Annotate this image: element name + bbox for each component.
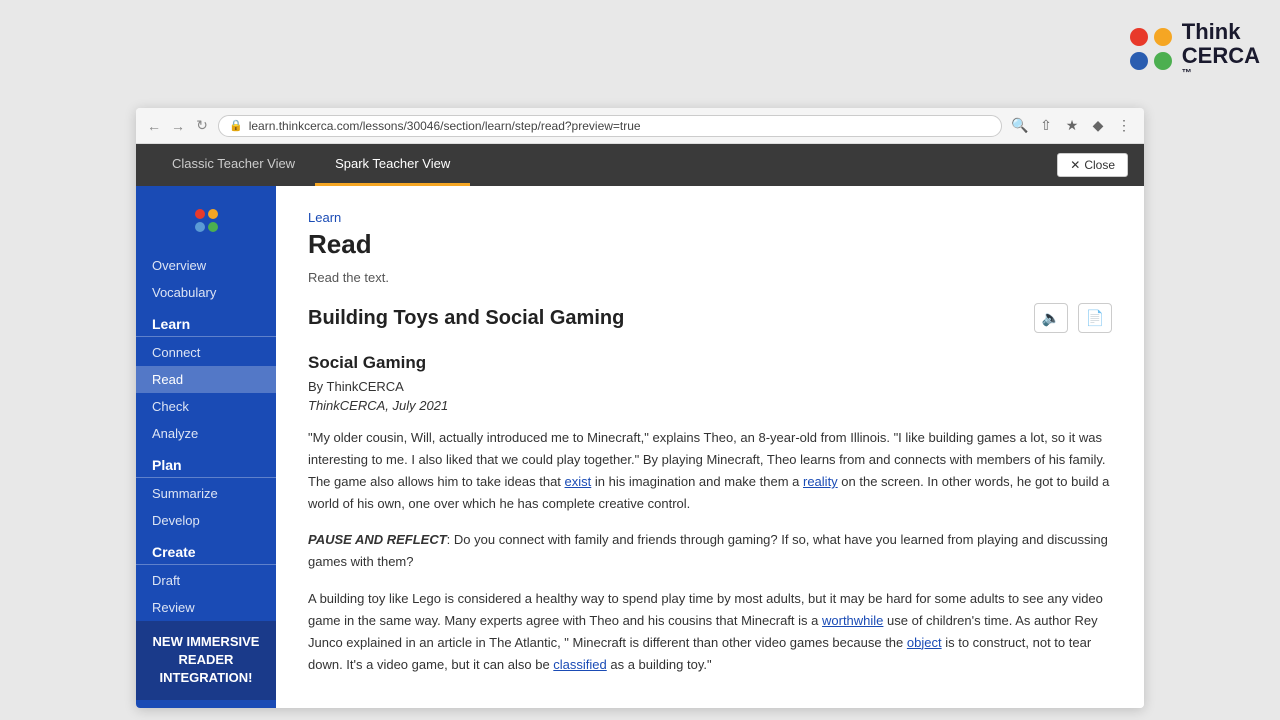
sidebar-item-draft[interactable]: Draft (136, 567, 276, 594)
logo-think: Think (1182, 20, 1260, 44)
lock-icon: 🔒 (229, 119, 243, 132)
link-exist[interactable]: exist (565, 474, 592, 489)
teacher-tabs: Classic Teacher View Spark Teacher View … (136, 144, 1144, 186)
bookmark-icon[interactable]: ★ (1062, 116, 1082, 136)
extension-icon[interactable]: ◆ (1088, 116, 1108, 136)
sidebar-logo (136, 202, 276, 236)
browser-window: ← → ↻ 🔒 learn.thinkcerca.com/lessons/300… (136, 108, 1144, 708)
logo-dot-red (1130, 28, 1148, 46)
article-byline: By ThinkCERCA (308, 379, 1112, 394)
classic-teacher-tab[interactable]: Classic Teacher View (152, 144, 315, 186)
link-object[interactable]: object (907, 635, 942, 650)
browser-actions: 🔍 ⇧ ★ ◆ ⋮ (1010, 116, 1134, 136)
instruction-text: Read the text. (308, 270, 1112, 285)
article-date: ThinkCERCA, July 2021 (308, 398, 1112, 413)
sidebar-item-summarize[interactable]: Summarize (136, 480, 276, 507)
content-area: Learn Read Read the text. Building Toys … (276, 186, 1144, 708)
logo-text: Think CERCA™ (1182, 20, 1260, 79)
logo-dot-blue (1130, 52, 1148, 70)
reload-button[interactable]: ↻ (194, 118, 210, 134)
close-button[interactable]: ✕ Close (1057, 153, 1128, 177)
page-title: Read (308, 229, 1112, 260)
logo-dot-yellow (1154, 28, 1172, 46)
sidebar-dot-green (208, 222, 218, 232)
logo-dot-green (1154, 52, 1172, 70)
sidebar-section-learn: Learn (136, 306, 276, 337)
logo-dots (1130, 28, 1174, 72)
sidebar-dot-red (195, 209, 205, 219)
sidebar-item-vocabulary[interactable]: Vocabulary (136, 279, 276, 306)
sidebar-item-analyze[interactable]: Analyze (136, 420, 276, 447)
main-layout: Overview Vocabulary Learn Connect Read C… (136, 186, 1144, 708)
logo-cerca: CERCA™ (1182, 44, 1260, 79)
audio-button[interactable]: 🔈 (1034, 303, 1068, 333)
sidebar-section-plan: Plan (136, 447, 276, 478)
close-label: Close (1084, 158, 1115, 172)
promo-box: NEW IMMERSIVE READER INTEGRATION! (136, 621, 276, 700)
reader-button[interactable]: 📄 (1078, 303, 1112, 333)
sidebar-item-review[interactable]: Review (136, 594, 276, 621)
article-para-reflect: PAUSE AND REFLECT: Do you connect with f… (308, 529, 1112, 573)
sidebar-item-develop[interactable]: Develop (136, 507, 276, 534)
sidebar-section-create: Create (136, 534, 276, 565)
sidebar-dot-yellow (208, 209, 218, 219)
section-label: Learn (308, 210, 1112, 225)
close-x-icon: ✕ (1070, 158, 1080, 172)
url-text: learn.thinkcerca.com/lessons/30046/secti… (249, 119, 641, 133)
pause-reflect-label: PAUSE AND REFLECT (308, 532, 447, 547)
sidebar-item-check[interactable]: Check (136, 393, 276, 420)
sidebar: Overview Vocabulary Learn Connect Read C… (136, 186, 276, 708)
browser-bar: ← → ↻ 🔒 learn.thinkcerca.com/lessons/300… (136, 108, 1144, 144)
menu-icon[interactable]: ⋮ (1114, 116, 1134, 136)
article-para-2: A building toy like Lego is considered a… (308, 588, 1112, 676)
forward-button[interactable]: → (170, 118, 186, 134)
article-para-1: "My older cousin, Will, actually introdu… (308, 427, 1112, 515)
article-title: Building Toys and Social Gaming (308, 307, 1024, 330)
search-icon[interactable]: 🔍 (1010, 116, 1030, 136)
address-bar[interactable]: 🔒 learn.thinkcerca.com/lessons/30046/sec… (218, 115, 1002, 137)
thinkcerca-logo: Think CERCA™ (1130, 20, 1260, 79)
link-reality[interactable]: reality (803, 474, 838, 489)
link-classified[interactable]: classified (553, 657, 606, 672)
article-section-title: Social Gaming (308, 353, 1112, 373)
back-button[interactable]: ← (146, 118, 162, 134)
link-worthwhile[interactable]: worthwhile (822, 613, 883, 628)
spark-teacher-tab[interactable]: Spark Teacher View (315, 144, 470, 186)
article-title-row: Building Toys and Social Gaming 🔈 📄 (308, 303, 1112, 333)
share-icon[interactable]: ⇧ (1036, 116, 1056, 136)
sidebar-item-read[interactable]: Read (136, 366, 276, 393)
sidebar-dot-blue (195, 222, 205, 232)
sidebar-logo-dots (195, 209, 218, 232)
sidebar-item-connect[interactable]: Connect (136, 339, 276, 366)
sidebar-item-overview[interactable]: Overview (136, 252, 276, 279)
